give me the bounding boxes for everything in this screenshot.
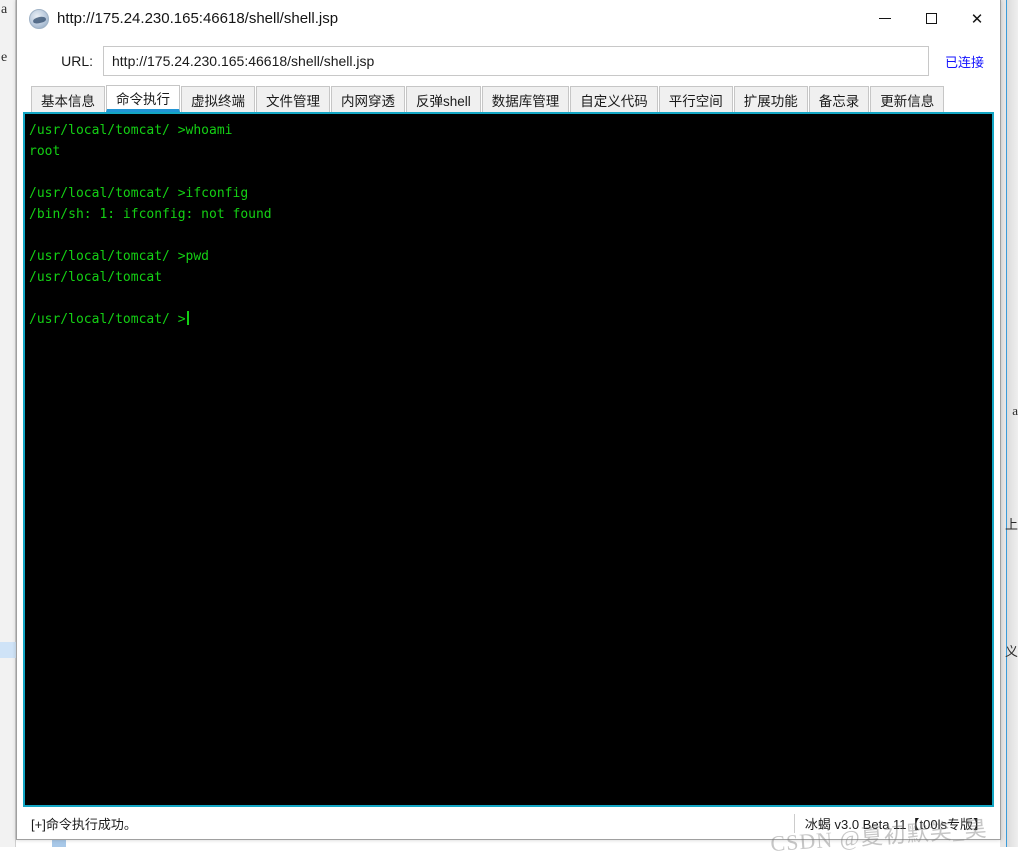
tab-2[interactable]: 虚拟终端 — [181, 86, 255, 112]
url-toolbar: URL: 已连接 — [17, 38, 1000, 84]
terminal-line: /usr/local/tomcat/ >whoami — [29, 120, 992, 141]
background-right-glyph-1: a — [1012, 404, 1018, 417]
app-version-label: 冰蝎 v3.0 Beta 11【t00ls专版】 — [794, 814, 986, 833]
command-output-panel[interactable]: /usr/local/tomcat/ >whoamiroot/usr/local… — [23, 112, 994, 807]
background-right-glyph-3: 义 — [1005, 645, 1018, 658]
close-button[interactable]: ✕ — [954, 0, 1000, 37]
background-right-scrollbar[interactable] — [1006, 0, 1018, 847]
tab-4[interactable]: 内网穿透 — [331, 86, 405, 112]
status-bar: [+]命令执行成功。 冰蝎 v3.0 Beta 11【t00ls专版】 CSDN… — [17, 807, 1000, 839]
terminal-line: /usr/local/tomcat/ >pwd — [29, 246, 992, 267]
connection-status-badge: 已连接 — [945, 52, 984, 71]
terminal-line — [29, 225, 992, 246]
scorpion-logo-icon — [29, 9, 49, 29]
window-titlebar: http://175.24.230.165:46618/shell/shell.… — [17, 0, 1000, 38]
window-controls: ✕ — [862, 0, 1000, 37]
maximize-icon — [926, 13, 937, 24]
minimize-button[interactable] — [862, 0, 908, 37]
background-left-highlight — [0, 642, 16, 658]
background-right-glyph-2: 上 — [1005, 518, 1018, 531]
terminal-cursor — [187, 311, 189, 325]
terminal-line: root — [29, 141, 992, 162]
tab-11[interactable]: 更新信息 — [870, 86, 944, 112]
terminal-line: /usr/local/tomcat — [29, 267, 992, 288]
background-left-glyph-2: e — [1, 50, 7, 66]
background-left-panel: a e — [0, 0, 16, 847]
status-message: [+]命令执行成功。 — [31, 814, 137, 833]
terminal-line — [29, 288, 992, 309]
tab-0[interactable]: 基本信息 — [31, 86, 105, 112]
window-title: http://175.24.230.165:46618/shell/shell.… — [57, 10, 338, 27]
tab-8[interactable]: 平行空间 — [659, 86, 733, 112]
tab-9[interactable]: 扩展功能 — [734, 86, 808, 112]
tab-3[interactable]: 文件管理 — [256, 86, 330, 112]
background-right-panel: a 上 义 — [1000, 0, 1018, 847]
tab-7[interactable]: 自定义代码 — [570, 86, 658, 112]
maximize-button[interactable] — [908, 0, 954, 37]
main-tabbar: 基本信息命令执行虚拟终端文件管理内网穿透反弹shell数据库管理自定义代码平行空… — [17, 84, 1000, 112]
terminal-line — [29, 162, 992, 183]
minimize-icon — [879, 18, 891, 19]
terminal-line: /usr/local/tomcat/ >ifconfig — [29, 183, 992, 204]
terminal-output[interactable]: /usr/local/tomcat/ >whoamiroot/usr/local… — [25, 114, 992, 805]
terminal-line: /usr/local/tomcat/ > — [29, 309, 992, 330]
url-input[interactable] — [103, 46, 929, 76]
behinder-main-window: http://175.24.230.165:46618/shell/shell.… — [16, 0, 1001, 840]
tab-6[interactable]: 数据库管理 — [482, 86, 570, 112]
url-label: URL: — [17, 53, 103, 69]
background-left-glyph-1: a — [1, 2, 7, 18]
terminal-line: /bin/sh: 1: ifconfig: not found — [29, 204, 992, 225]
tab-1[interactable]: 命令执行 — [106, 85, 180, 112]
tab-10[interactable]: 备忘录 — [809, 86, 870, 112]
tab-5[interactable]: 反弹shell — [406, 86, 481, 112]
